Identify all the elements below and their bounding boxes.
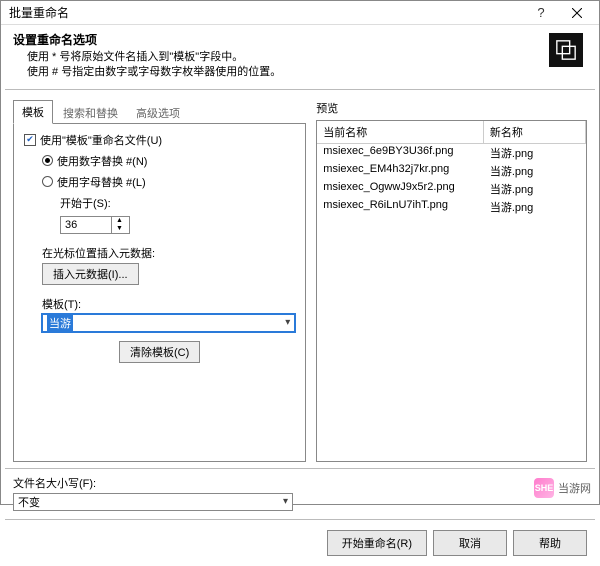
chevron-down-icon: ▾ bbox=[285, 317, 290, 328]
use-template-checkbox[interactable] bbox=[24, 134, 36, 146]
window-title: 批量重命名 bbox=[9, 4, 523, 21]
use-template-label: 使用"模板"重命名文件(U) bbox=[40, 132, 162, 148]
header-title: 设置重命名选项 bbox=[13, 31, 541, 48]
cell-new-name: 当游.png bbox=[484, 180, 586, 198]
insert-meta-button[interactable]: 插入元数据(I)... bbox=[42, 263, 139, 285]
close-button[interactable] bbox=[559, 1, 595, 25]
tab-advanced[interactable]: 高级选项 bbox=[128, 102, 188, 124]
filecase-value: 不变 bbox=[18, 494, 40, 510]
alpha-replace-radio[interactable] bbox=[42, 176, 53, 187]
cell-new-name: 当游.png bbox=[484, 144, 586, 162]
start-at-spinner[interactable]: ▲ ▼ bbox=[60, 216, 130, 234]
batch-rename-icon bbox=[549, 33, 583, 67]
preview-listbox[interactable]: 当前名称 新名称 msiexec_6e9BY3U36f.png当游.pngmsi… bbox=[316, 120, 587, 462]
spinner-up[interactable]: ▲ bbox=[112, 217, 127, 225]
cell-new-name: 当游.png bbox=[484, 162, 586, 180]
clear-template-button[interactable]: 清除模板(C) bbox=[119, 341, 200, 363]
help-button[interactable]: ? bbox=[523, 1, 559, 25]
alpha-replace-label: 使用字母替换 #(L) bbox=[57, 174, 146, 190]
help-dlg-button[interactable]: 帮助 bbox=[513, 530, 587, 556]
table-row[interactable]: msiexec_OgwwJ9x5r2.png当游.png bbox=[317, 180, 586, 198]
insert-meta-label: 在光标位置插入元数据: bbox=[24, 245, 295, 261]
tab-template[interactable]: 模板 bbox=[13, 100, 53, 124]
table-row[interactable]: msiexec_R6iLnU7ihT.png当游.png bbox=[317, 198, 586, 216]
table-row[interactable]: msiexec_EM4h32j7kr.png当游.png bbox=[317, 162, 586, 180]
template-combobox[interactable]: 当游 ▾ bbox=[42, 314, 295, 332]
table-row[interactable]: msiexec_6e9BY3U36f.png当游.png bbox=[317, 144, 586, 162]
column-current-name[interactable]: 当前名称 bbox=[317, 121, 484, 143]
chevron-down-icon: ▾ bbox=[283, 496, 288, 507]
filecase-combobox[interactable]: 不变 ▾ bbox=[13, 493, 293, 511]
template-field-label: 模板(T): bbox=[24, 296, 295, 312]
cell-current-name: msiexec_OgwwJ9x5r2.png bbox=[317, 180, 484, 198]
cell-current-name: msiexec_6e9BY3U36f.png bbox=[317, 144, 484, 162]
filecase-label: 文件名大小写(F): bbox=[13, 475, 96, 491]
tab-search-replace[interactable]: 搜索和替换 bbox=[55, 102, 126, 124]
start-rename-button[interactable]: 开始重命名(R) bbox=[327, 530, 427, 556]
spinner-down[interactable]: ▼ bbox=[112, 225, 127, 233]
cell-new-name: 当游.png bbox=[484, 198, 586, 216]
numeric-replace-label: 使用数字替换 #(N) bbox=[57, 153, 147, 169]
start-at-label: 开始于(S): bbox=[60, 195, 111, 211]
preview-label: 预览 bbox=[316, 100, 587, 116]
header-instruction-2: 使用 # 号指定由数字或字母数字枚举器使用的位置。 bbox=[13, 65, 541, 80]
cell-current-name: msiexec_EM4h32j7kr.png bbox=[317, 162, 484, 180]
cell-current-name: msiexec_R6iLnU7ihT.png bbox=[317, 198, 484, 216]
template-value: 当游 bbox=[47, 315, 73, 331]
numeric-replace-radio[interactable] bbox=[42, 155, 53, 166]
cancel-button[interactable]: 取消 bbox=[433, 530, 507, 556]
close-icon bbox=[572, 8, 582, 18]
header-instruction-1: 使用 * 号将原始文件名插入到"模板"字段中。 bbox=[13, 50, 541, 65]
column-new-name[interactable]: 新名称 bbox=[484, 121, 586, 143]
start-at-input[interactable] bbox=[61, 217, 111, 233]
